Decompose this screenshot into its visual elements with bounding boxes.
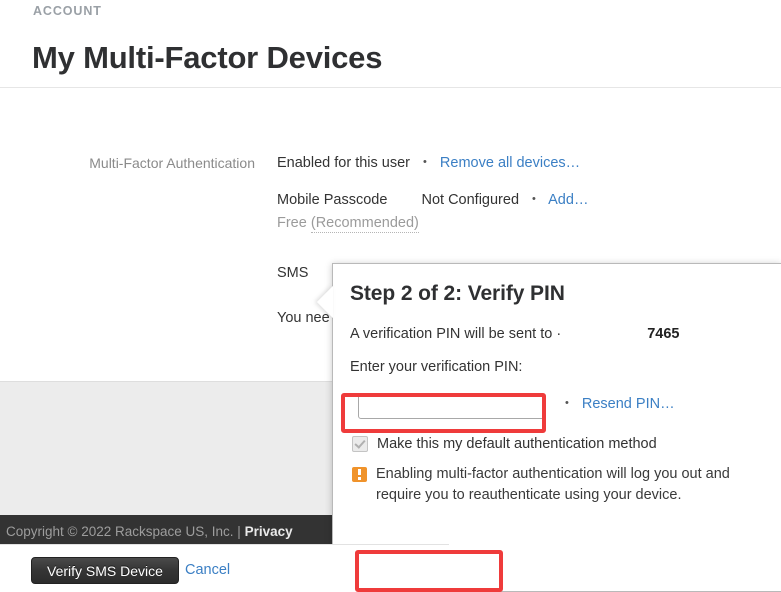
pin-input-row: • Resend PIN… xyxy=(350,392,757,422)
pin-destination-prefix: A verification PIN will be sent to · xyxy=(350,326,562,342)
pin-resend-group: • Resend PIN… xyxy=(565,396,675,412)
mobile-passcode-note-recommended[interactable]: (Recommended) xyxy=(310,215,419,233)
warning-icon xyxy=(352,467,367,482)
breadcrumb-account: ACCOUNT xyxy=(33,4,102,18)
verify-pin-modal: Step 2 of 2: Verify PIN A verification P… xyxy=(317,263,781,592)
footer-copyright: Copyright © 2022 Rackspace US, Inc. | Pr… xyxy=(6,524,293,539)
modal-body: Step 2 of 2: Verify PIN A verification P… xyxy=(333,264,781,545)
warning-row: Enabling multi-factor authentication wil… xyxy=(350,464,757,507)
cancel-link[interactable]: Cancel xyxy=(185,562,230,578)
mobile-passcode-note-free: Free xyxy=(277,215,307,231)
sms-row-name: SMS xyxy=(277,265,309,281)
separator-dot-icon: • xyxy=(532,193,536,205)
pin-input-label: Enter your verification PIN: xyxy=(350,359,523,375)
mobile-passcode-status: Not Configured xyxy=(421,192,520,208)
verification-pin-input[interactable] xyxy=(358,394,546,419)
mfa-field-label: Multi-Factor Authentication xyxy=(89,155,255,171)
mobile-passcode-name: Mobile Passcode xyxy=(277,192,388,208)
default-method-label: Make this my default authentication meth… xyxy=(377,436,657,452)
resend-pin-link[interactable]: Resend PIN… xyxy=(582,396,675,412)
warning-text: Enabling multi-factor authentication wil… xyxy=(376,466,730,504)
page-title: My Multi-Factor Devices xyxy=(32,39,383,75)
mobile-passcode-row: Mobile Passcode Not Configured • Add… xyxy=(277,192,588,208)
separator-dot-icon: • xyxy=(565,397,569,409)
pin-destination-number: 7465 xyxy=(647,326,680,342)
page-header: ACCOUNT My Multi-Factor Devices xyxy=(0,0,781,88)
modal-pointer-arrow xyxy=(317,286,333,318)
default-method-checkbox[interactable] xyxy=(352,436,368,452)
pin-destination-line: A verification PIN will be sent to · 746… xyxy=(350,326,757,342)
mfa-status-value: Enabled for this user xyxy=(277,155,410,171)
mobile-passcode-note: Free (Recommended) xyxy=(277,215,419,233)
remove-all-devices-link[interactable]: Remove all devices… xyxy=(440,155,580,171)
modal-title: Step 2 of 2: Verify PIN xyxy=(350,282,565,305)
add-mobile-passcode-link[interactable]: Add… xyxy=(548,192,588,208)
mfa-status-row: Enabled for this user • Remove all devic… xyxy=(277,155,580,171)
separator-dot-icon: • xyxy=(423,156,427,168)
privacy-link[interactable]: Privacy xyxy=(245,524,293,539)
default-method-row[interactable]: Make this my default authentication meth… xyxy=(350,436,757,452)
footer-copyright-text: Copyright © 2022 Rackspace US, Inc. | xyxy=(6,524,245,539)
verify-sms-device-button[interactable]: Verify SMS Device xyxy=(31,557,179,584)
modal-footer: Verify SMS Device Cancel xyxy=(0,544,449,592)
